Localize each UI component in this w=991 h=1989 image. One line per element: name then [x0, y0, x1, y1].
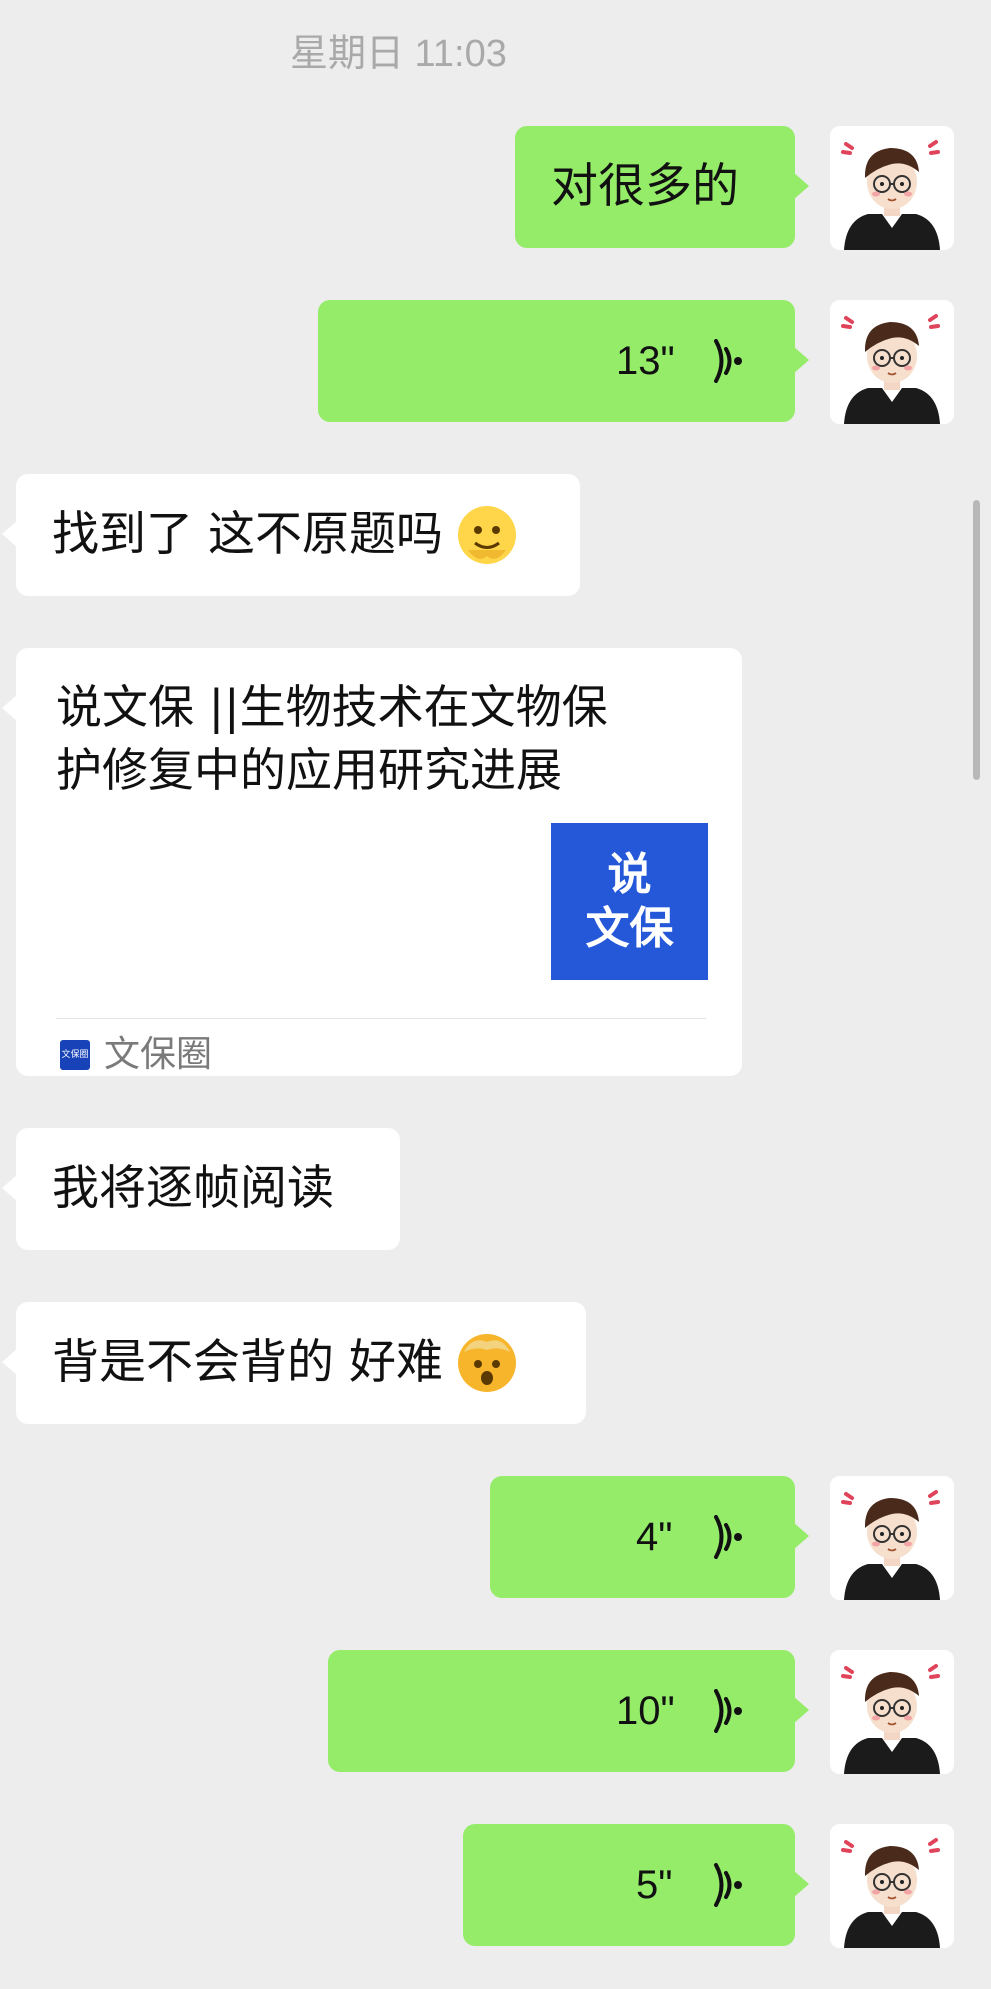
- message-text: 找到了 这不原题吗: [52, 474, 516, 596]
- source-logo-icon: 文保圈: [60, 1040, 90, 1070]
- avatar-illustration: [830, 300, 954, 424]
- message-text-content: 找到了 这不原题吗: [52, 507, 443, 562]
- avatar-illustration: [830, 1824, 954, 1948]
- incoming-text-bubble[interactable]: 背是不会背的 好难: [2, 1302, 586, 1424]
- voice-message-bubble[interactable]: 13": [318, 300, 809, 422]
- exploding-head-emoji-icon: [457, 1333, 516, 1392]
- message-text: 我将逐帧阅读: [52, 1161, 334, 1216]
- voice-message-bubble[interactable]: 4": [490, 1476, 809, 1598]
- link-card[interactable]: 说文保 ||生物技术在文物保 护修复中的应用研究进展 说 文保 文保圈 文保圈: [2, 648, 742, 1076]
- self-avatar[interactable]: [830, 1824, 954, 1948]
- thumbnail-text: 说: [607, 848, 652, 900]
- link-source-name: 文保圈: [104, 1034, 213, 1075]
- link-title-line: 说文保 ||生物技术在文物保: [56, 680, 608, 734]
- voice-wave-icon: [708, 338, 748, 384]
- melting-face-emoji-icon: [457, 505, 516, 564]
- incoming-text-bubble[interactable]: 我将逐帧阅读: [2, 1128, 400, 1250]
- incoming-text-bubble[interactable]: 找到了 这不原题吗: [2, 474, 580, 596]
- message-text: 背是不会背的 好难: [52, 1302, 516, 1424]
- divider: [56, 1018, 706, 1019]
- voice-duration: 10": [616, 1689, 675, 1733]
- avatar-illustration: [830, 1650, 954, 1774]
- chat-timestamp: 星期日 11:03: [290, 33, 507, 75]
- avatar-illustration: [830, 1476, 954, 1600]
- message-text: 对很多的: [551, 159, 739, 214]
- self-avatar[interactable]: [830, 126, 954, 250]
- scrollbar[interactable]: [973, 500, 980, 780]
- voice-duration: 4": [636, 1515, 673, 1559]
- voice-duration: 13": [616, 339, 675, 383]
- thumbnail-text: 文保: [585, 902, 674, 954]
- voice-wave-icon: [708, 1862, 748, 1908]
- message-text-content: 背是不会背的 好难: [52, 1335, 443, 1390]
- self-avatar[interactable]: [830, 1650, 954, 1774]
- link-title-line: 护修复中的应用研究进展: [56, 743, 562, 797]
- voice-wave-icon: [708, 1688, 748, 1734]
- self-avatar[interactable]: [830, 1476, 954, 1600]
- voice-message-bubble[interactable]: 5": [463, 1824, 809, 1946]
- outgoing-text-bubble[interactable]: 对很多的: [515, 126, 809, 248]
- voice-duration: 5": [636, 1863, 673, 1907]
- self-avatar[interactable]: [830, 300, 954, 424]
- voice-message-bubble[interactable]: 10": [328, 1650, 809, 1772]
- link-thumbnail: 说 文保: [551, 823, 708, 980]
- link-title: 说文保 ||生物技术在文物保 护修复中的应用研究进展: [56, 676, 696, 802]
- avatar-illustration: [830, 126, 954, 250]
- voice-wave-icon: [708, 1514, 748, 1560]
